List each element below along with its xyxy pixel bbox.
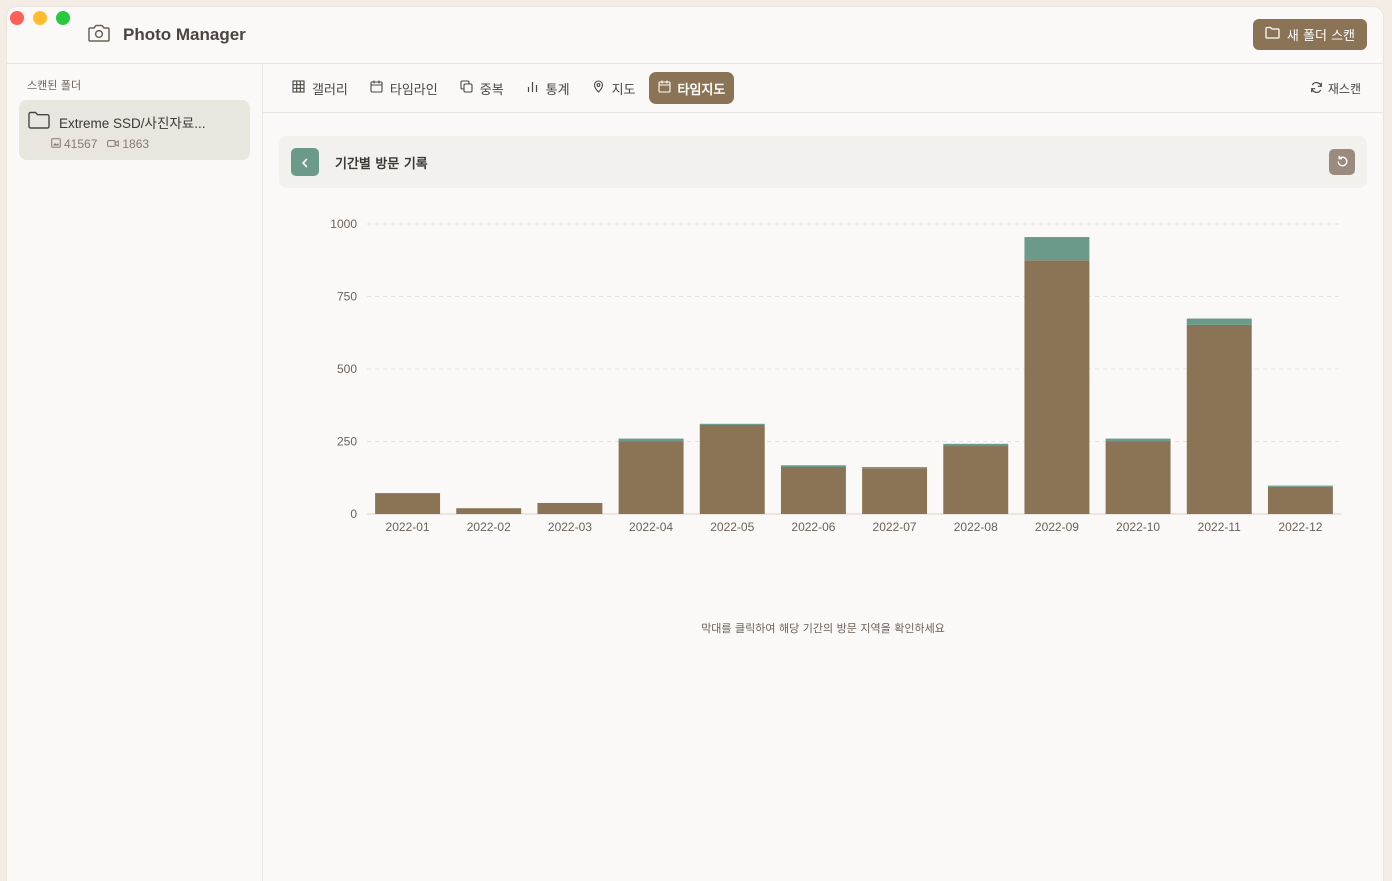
bar-primary[interactable] — [699, 424, 765, 514]
tabs: 갤러리 타임라인 중복 통계 지도 타임지도 — [283, 72, 735, 104]
tab-time-map-label: 타임지도 — [677, 82, 726, 98]
x-tick-label: 2022-07 — [873, 520, 917, 534]
x-tick-label: 2022-05 — [710, 520, 754, 534]
folder-stats: 41567 1863 — [51, 137, 149, 151]
y-tick-label: 0 — [350, 507, 357, 521]
folder-icon — [28, 111, 50, 133]
bar-secondary[interactable] — [1024, 237, 1090, 261]
title-bar: Photo Manager 새 폴더 스캔 — [7, 7, 1383, 64]
tab-map-label: 지도 — [611, 82, 636, 98]
bar-secondary[interactable] — [699, 423, 765, 425]
panel-header: 기간별 방문 기록 — [279, 136, 1367, 188]
x-tick-label: 2022-06 — [791, 520, 835, 534]
sidebar-folder-item[interactable]: Extreme SSD/사진자료... 41567 1863 — [19, 100, 250, 160]
photo-count: 41567 — [64, 137, 98, 151]
bar-primary[interactable] — [1186, 324, 1252, 514]
x-tick-label: 2022-09 — [1035, 520, 1079, 534]
bar-primary[interactable] — [375, 493, 441, 514]
app-title: Photo Manager — [87, 23, 246, 47]
bar-primary[interactable] — [1267, 486, 1333, 514]
sidebar: 스캔된 폴더 Extreme SSD/사진자료... 41567 1863 — [7, 64, 263, 881]
copy-icon — [460, 79, 473, 97]
tab-bar: 갤러리 타임라인 중복 통계 지도 타임지도 재스캔 — [263, 64, 1383, 113]
bar-secondary[interactable] — [780, 465, 846, 468]
app-name: Photo Manager — [123, 25, 246, 44]
tab-time-map[interactable]: 타임지도 — [648, 72, 735, 104]
x-tick-label: 2022-02 — [467, 520, 511, 534]
x-tick-label: 2022-11 — [1198, 520, 1241, 534]
bar-primary[interactable] — [456, 508, 522, 514]
tab-timeline-label: 타임라인 — [389, 82, 438, 98]
reset-icon — [1336, 153, 1349, 172]
tab-map[interactable]: 지도 — [583, 72, 645, 104]
tab-gallery-label: 갤러리 — [312, 82, 348, 98]
y-tick-label: 750 — [337, 290, 357, 304]
bar-secondary[interactable] — [1105, 438, 1171, 442]
y-tick-label: 250 — [337, 435, 357, 449]
reset-button[interactable] — [1329, 149, 1355, 175]
x-tick-label: 2022-12 — [1278, 520, 1322, 534]
bar-secondary[interactable] — [1267, 485, 1333, 487]
bar-primary[interactable] — [618, 441, 684, 515]
main-content: 갤러리 타임라인 중복 통계 지도 타임지도 재스캔 기간별 방문 기록 0 2… — [263, 64, 1383, 881]
rescan-label: 재스캔 — [1327, 82, 1361, 96]
x-tick-label: 2022-03 — [548, 520, 592, 534]
refresh-icon — [1310, 81, 1323, 97]
bar-primary[interactable] — [943, 445, 1009, 514]
rescan-button[interactable]: 재스캔 — [1310, 80, 1361, 97]
new-folder-scan-label: 새 폴더 스캔 — [1286, 29, 1355, 44]
photo-count-stat: 41567 — [51, 137, 97, 151]
video-icon — [107, 137, 120, 151]
x-tick-label: 2022-01 — [386, 520, 430, 534]
tab-duplicates[interactable]: 중복 — [451, 72, 513, 104]
bar-primary[interactable] — [537, 502, 603, 514]
bar-secondary[interactable] — [1186, 318, 1252, 325]
x-tick-label: 2022-10 — [1116, 520, 1160, 534]
calendar-icon — [657, 80, 671, 97]
sidebar-header: 스캔된 폴더 — [27, 79, 82, 92]
tab-timeline[interactable]: 타임라인 — [361, 72, 447, 104]
tab-duplicates-label: 중복 — [479, 82, 504, 98]
back-button[interactable] — [291, 148, 319, 176]
bar-secondary[interactable] — [618, 438, 684, 442]
chevron-left-icon — [300, 153, 310, 172]
new-folder-scan-button[interactable]: 새 폴더 스캔 — [1252, 19, 1367, 50]
tab-gallery[interactable]: 갤러리 — [283, 72, 357, 104]
map-pin-icon — [592, 79, 605, 97]
app-window: Photo Manager 새 폴더 스캔 스캔된 폴더 Extreme SSD… — [7, 7, 1383, 881]
folder-name: Extreme SSD/사진자료... — [59, 116, 206, 131]
visits-chart-svg: 0 250 500 750 1000 2022-01 2022-02 2022-03 2022-… — [330, 217, 1341, 534]
camera-icon — [87, 23, 111, 47]
panel-title: 기간별 방문 기록 — [335, 157, 428, 172]
x-tick-label: 2022-04 — [629, 520, 673, 534]
visits-chart: 0 250 500 750 1000 2022-01 2022-02 2022-03 2022-… — [303, 204, 1363, 544]
bar-primary[interactable] — [1105, 441, 1171, 515]
bar-primary[interactable] — [862, 468, 928, 514]
bar-secondary[interactable] — [943, 443, 1009, 446]
tab-statistics[interactable]: 통계 — [517, 72, 579, 104]
x-tick-label: 2022-08 — [954, 520, 998, 534]
y-tick-label: 1000 — [330, 217, 357, 231]
bar-secondary[interactable] — [862, 467, 928, 469]
chart-hint: 막대를 클릭하여 해당 기간의 방문 지역을 확인하세요 — [701, 622, 945, 635]
y-tick-label: 500 — [337, 362, 357, 376]
video-count: 1863 — [122, 137, 150, 151]
bar-primary[interactable] — [1024, 260, 1090, 514]
calendar-icon — [370, 80, 383, 97]
video-count-stat: 1863 — [107, 137, 149, 151]
bar-primary[interactable] — [780, 467, 846, 514]
image-icon — [51, 137, 61, 151]
bar-chart-icon — [526, 80, 539, 97]
grid-icon — [292, 79, 305, 97]
tab-statistics-label: 통계 — [545, 82, 570, 98]
folder-icon — [1265, 26, 1280, 43]
